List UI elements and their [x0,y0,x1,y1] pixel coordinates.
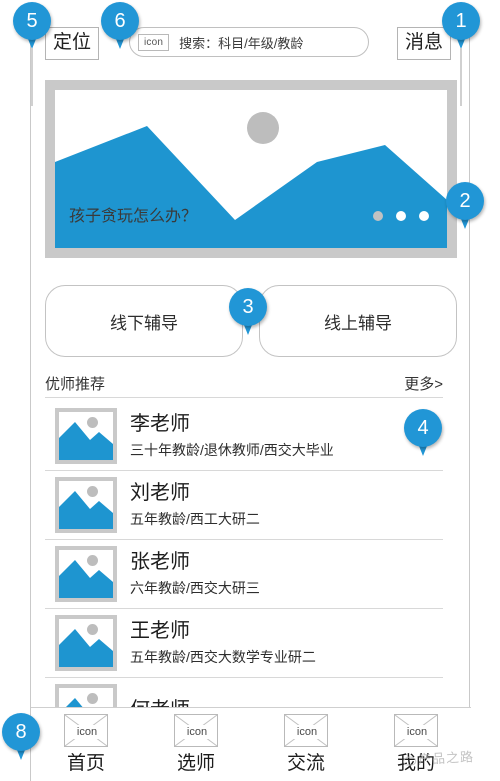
tab-home[interactable]: icon 首页 [31,708,141,781]
annotation-pin-4: 4 [404,409,442,461]
top-bar: 定位 icon 搜索：科目/年级/教龄 消息 [31,15,471,67]
list-item[interactable]: 李老师 三十年教龄/退休教师/西交大毕业 [45,402,443,471]
message-button-label: 消息 [405,32,444,53]
annotation-pin-3-number: 3 [229,288,267,326]
teacher-name: 李老师 [130,413,190,435]
carousel-dot[interactable] [396,211,406,221]
list-item[interactable]: 王老师 五年教龄/西交大数学专业研二 [45,609,443,678]
tab-select-teacher[interactable]: icon 选师 [141,708,251,781]
tab-chat-label: 交流 [286,753,325,774]
banner-title: 孩子贪玩怎么办？ [69,208,198,225]
chat-icon: icon [284,714,328,747]
location-button[interactable]: 定位 [45,27,100,60]
tab-chat[interactable]: icon 交流 [251,708,361,781]
carousel-dot[interactable] [373,211,383,221]
annotation-pin-4-number: 4 [404,409,442,447]
mountain-icon [59,422,113,460]
more-link[interactable]: 更多> [404,373,443,394]
profile-icon: icon [394,714,438,747]
annotation-pin-5: 5 [13,2,51,106]
carousel-dots[interactable] [373,211,429,221]
location-button-label: 定位 [53,32,92,53]
annotation-pin-6-number: 6 [101,2,139,40]
annotation-pin-8: 8 [2,713,40,765]
annotation-pin-6: 6 [101,2,139,54]
list-item[interactable]: 何老师 [45,678,443,707]
profile-icon-label: icon [402,724,432,739]
mountain-icon [59,629,113,667]
offline-tutoring-label: 线下辅导 [110,313,178,333]
bottom-nav: icon 首页 icon 选师 icon 交流 icon 我的 [31,707,471,781]
tab-profile-label: 我的 [396,753,435,774]
teacher-name: 何老师 [130,698,190,707]
tab-profile[interactable]: icon 我的 [361,708,471,781]
teacher-desc: 三十年教龄/退休教师/西交大毕业 [130,442,334,458]
teacher-name: 王老师 [130,620,190,642]
search-icon: icon [138,33,170,51]
avatar [55,684,117,707]
online-tutoring-label: 线上辅导 [324,313,392,333]
banner-carousel[interactable]: 孩子贪玩怎么办？ [45,80,457,258]
teacher-desc: 五年教龄/西工大研二 [130,511,260,527]
tab-select-teacher-label: 选师 [176,753,215,774]
avatar [55,477,117,533]
annotation-pin-2: 2 [446,182,484,234]
screenshot-root: 定位 icon 搜索：科目/年级/教龄 消息 孩子贪玩怎么办？ 线下辅导 线上辅… [0,0,500,781]
mountain-icon [59,560,113,598]
list-item[interactable]: 刘老师 五年教龄/西工大研二 [45,471,443,540]
annotation-pin-3: 3 [229,288,267,340]
section-header: 优师推荐 更多> [45,370,443,398]
search-input[interactable]: icon 搜索：科目/年级/教龄 [129,27,369,57]
annotation-pin-2-number: 2 [446,182,484,220]
teacher-icon-label: icon [182,724,212,739]
teacher-desc: 五年教龄/西交大数学专业研二 [130,649,316,665]
teacher-icon: icon [174,714,218,747]
avatar [55,546,117,602]
carousel-dot[interactable] [419,211,429,221]
teacher-list[interactable]: 李老师 三十年教龄/退休教师/西交大毕业 刘老师 五年教龄/西工大研二 张老师 … [45,402,443,707]
banner-image-placeholder: 孩子贪玩怎么办？ [55,90,447,248]
tab-home-label: 首页 [66,753,105,774]
annotation-pin-5-number: 5 [13,2,51,40]
annotation-pin-8-number: 8 [2,713,40,751]
section-title: 优师推荐 [45,376,106,393]
online-tutoring-button[interactable]: 线上辅导 [259,285,457,357]
avatar [55,615,117,671]
list-item[interactable]: 张老师 六年教龄/西交大研三 [45,540,443,609]
offline-tutoring-button[interactable]: 线下辅导 [45,285,243,357]
annotation-pin-1-number: 1 [442,2,480,40]
avatar [55,408,117,464]
chat-icon-label: icon [292,724,322,739]
mountain-icon [59,491,113,529]
teacher-desc: 六年教龄/西交大研三 [130,580,260,596]
home-icon-label: icon [72,724,102,739]
home-icon: icon [64,714,108,747]
search-placeholder: 搜索：科目/年级/教龄 [179,35,304,51]
annotation-pin-1: 1 [442,2,480,106]
teacher-name: 张老师 [130,551,190,573]
mountain-icon [66,698,83,707]
phone-frame: 定位 icon 搜索：科目/年级/教龄 消息 孩子贪玩怎么办？ 线下辅导 线上辅… [30,10,474,781]
teacher-name: 刘老师 [130,482,190,504]
